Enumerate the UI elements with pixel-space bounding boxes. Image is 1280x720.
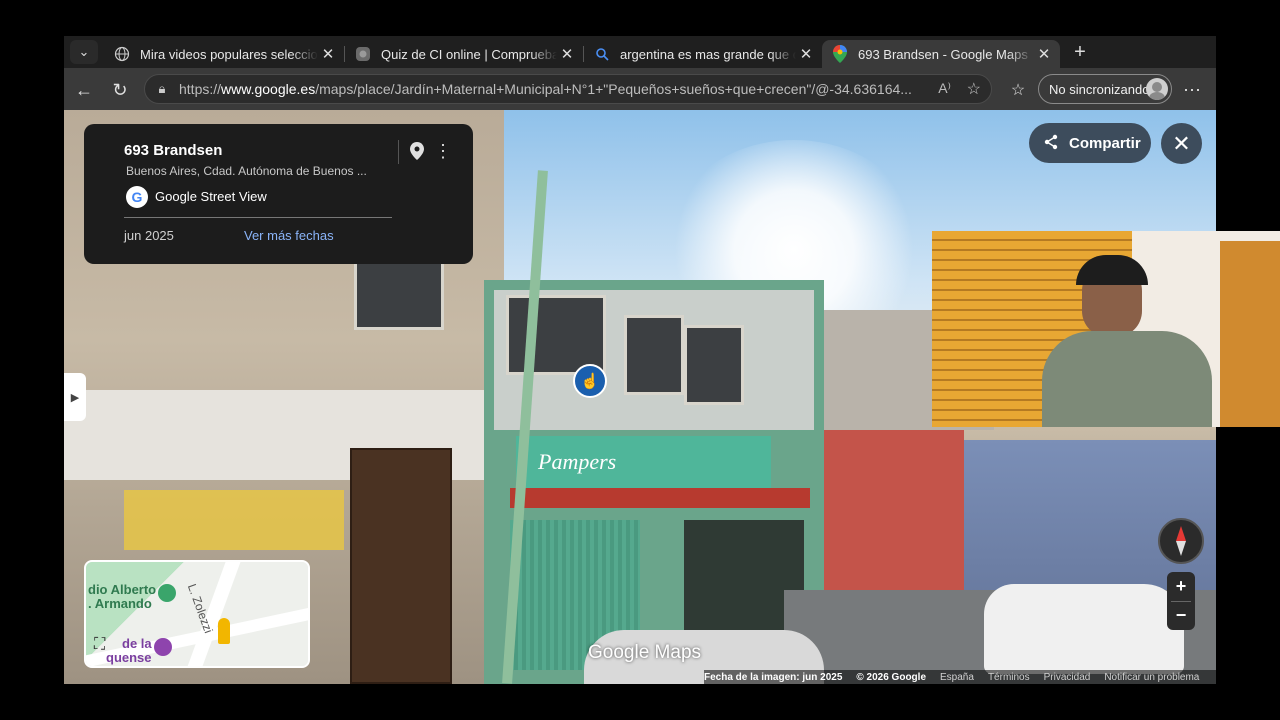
browser-toolbar: ← ↻ 🔒︎ https://www.google.es/maps/place/…	[64, 68, 1216, 110]
read-aloud-icon[interactable]: A⁾	[938, 80, 951, 97]
tab-close-icon[interactable]: ✕	[1034, 45, 1054, 63]
zoom-control: + −	[1167, 572, 1195, 630]
new-tab-button[interactable]: +	[1068, 40, 1092, 64]
profile-sync-button[interactable]: No sincronizando	[1038, 74, 1172, 104]
quiz-site-icon	[355, 46, 371, 62]
street-view-source: Google Street View	[155, 189, 267, 204]
wooden-door	[1220, 241, 1280, 427]
tab-title: argentina es mas grande que colombia	[620, 46, 796, 62]
tab-close-icon[interactable]: ✕	[318, 45, 338, 63]
see-more-dates-link[interactable]: Ver más fechas	[244, 228, 334, 243]
globe-icon	[114, 46, 130, 62]
place-info-card: 693 Brandsen Buenos Aires, Cdad. Autónom…	[84, 124, 473, 264]
google-maps-watermark: Google Maps	[588, 642, 702, 663]
tab-actions-chevron-icon[interactable]: ⌄	[70, 40, 98, 64]
person-shirt	[1042, 331, 1212, 427]
sync-label: No sincronizando	[1049, 81, 1150, 97]
capture-date: jun 2025	[124, 228, 174, 243]
tab-title: 693 Brandsen - Google Maps	[858, 46, 1028, 62]
footer-bar: Fecha de la imagen: jun 2025 © 2026 Goog…	[704, 670, 1216, 684]
copyright: © 2026 Google	[856, 671, 927, 683]
back-arrow-icon[interactable]: ←	[70, 76, 98, 104]
share-icon	[1043, 134, 1059, 153]
hand-pointer-icon: ☝	[573, 364, 607, 398]
map-label: de la	[122, 636, 152, 651]
site-info-lock-icon[interactable]: 🔒︎	[145, 81, 179, 97]
more-menu-icon[interactable]: ⋯	[1180, 76, 1204, 104]
location-pin-icon[interactable]	[410, 142, 424, 160]
compass-icon[interactable]	[1158, 518, 1204, 564]
image-date: Fecha de la imagen: jun 2025	[704, 671, 843, 683]
place-marker-icon	[154, 638, 172, 656]
country-link[interactable]: España	[940, 672, 974, 683]
window	[624, 315, 684, 395]
tab-maps-active[interactable]: 693 Brandsen - Google Maps ✕	[822, 40, 1060, 68]
more-options-icon[interactable]: ⋮	[434, 142, 452, 160]
park-marker-icon	[158, 584, 176, 602]
url-text: https://www.google.es/maps/place/Jardín+…	[179, 81, 912, 97]
tab-close-icon[interactable]: ✕	[796, 45, 816, 63]
privacy-link[interactable]: Privacidad	[1044, 672, 1091, 683]
tab-title: Mira videos populares seleccionados	[140, 46, 318, 62]
place-title: 693 Brandsen	[124, 142, 223, 159]
reload-icon[interactable]: ↻	[106, 76, 134, 104]
map-label: . Armando	[88, 596, 152, 611]
share-button[interactable]: Compartir	[1029, 123, 1151, 163]
terms-link[interactable]: Términos	[988, 672, 1030, 683]
tab-title: Quiz de CI online | Comprueba tu CI	[381, 46, 557, 62]
window	[506, 295, 606, 375]
white-car	[984, 584, 1184, 674]
map-label: dio Alberto	[88, 582, 157, 597]
share-label: Compartir	[1069, 134, 1141, 152]
close-street-view-button[interactable]: ✕	[1161, 123, 1202, 164]
tab-videos[interactable]: Mira videos populares seleccionados ✕	[104, 40, 344, 68]
avatar	[1146, 78, 1168, 100]
favorite-star-icon[interactable]: ☆	[967, 79, 981, 99]
zoom-out-button[interactable]: −	[1167, 601, 1195, 630]
window	[354, 260, 444, 330]
search-icon	[594, 46, 610, 62]
tab-quiz[interactable]: Quiz de CI online | Comprueba tu CI ✕	[345, 40, 583, 68]
minimap[interactable]: dio Alberto . Armando L. Zolezzi de la q…	[84, 560, 310, 668]
google-maps-pin-icon	[832, 45, 848, 63]
tab-search[interactable]: argentina es mas grande que colombia ✕	[584, 40, 822, 68]
expand-side-panel-icon[interactable]: ▶	[64, 373, 86, 421]
favorites-list-icon[interactable]: ☆	[1004, 76, 1032, 104]
zoom-in-button[interactable]: +	[1167, 572, 1195, 601]
shop-awning	[510, 488, 810, 508]
window	[684, 325, 744, 405]
awning	[124, 490, 344, 550]
place-address: Buenos Aires, Cdad. Autónoma de Buenos .…	[126, 164, 367, 178]
address-bar[interactable]: 🔒︎ https://www.google.es/maps/place/Jard…	[144, 74, 992, 104]
fullscreen-icon[interactable]: ⛶	[94, 636, 114, 656]
pegman-icon[interactable]	[218, 618, 230, 644]
tab-strip: ⌄ Mira videos populares seleccionados ✕ …	[64, 36, 1216, 68]
building-door	[350, 448, 452, 684]
google-logo-icon: G	[126, 186, 148, 208]
webcam-overlay	[932, 231, 1280, 427]
tab-close-icon[interactable]: ✕	[557, 45, 577, 63]
pampers-sign: Pampers	[516, 436, 771, 488]
report-problem-link[interactable]: Notificar un problema	[1104, 672, 1199, 683]
